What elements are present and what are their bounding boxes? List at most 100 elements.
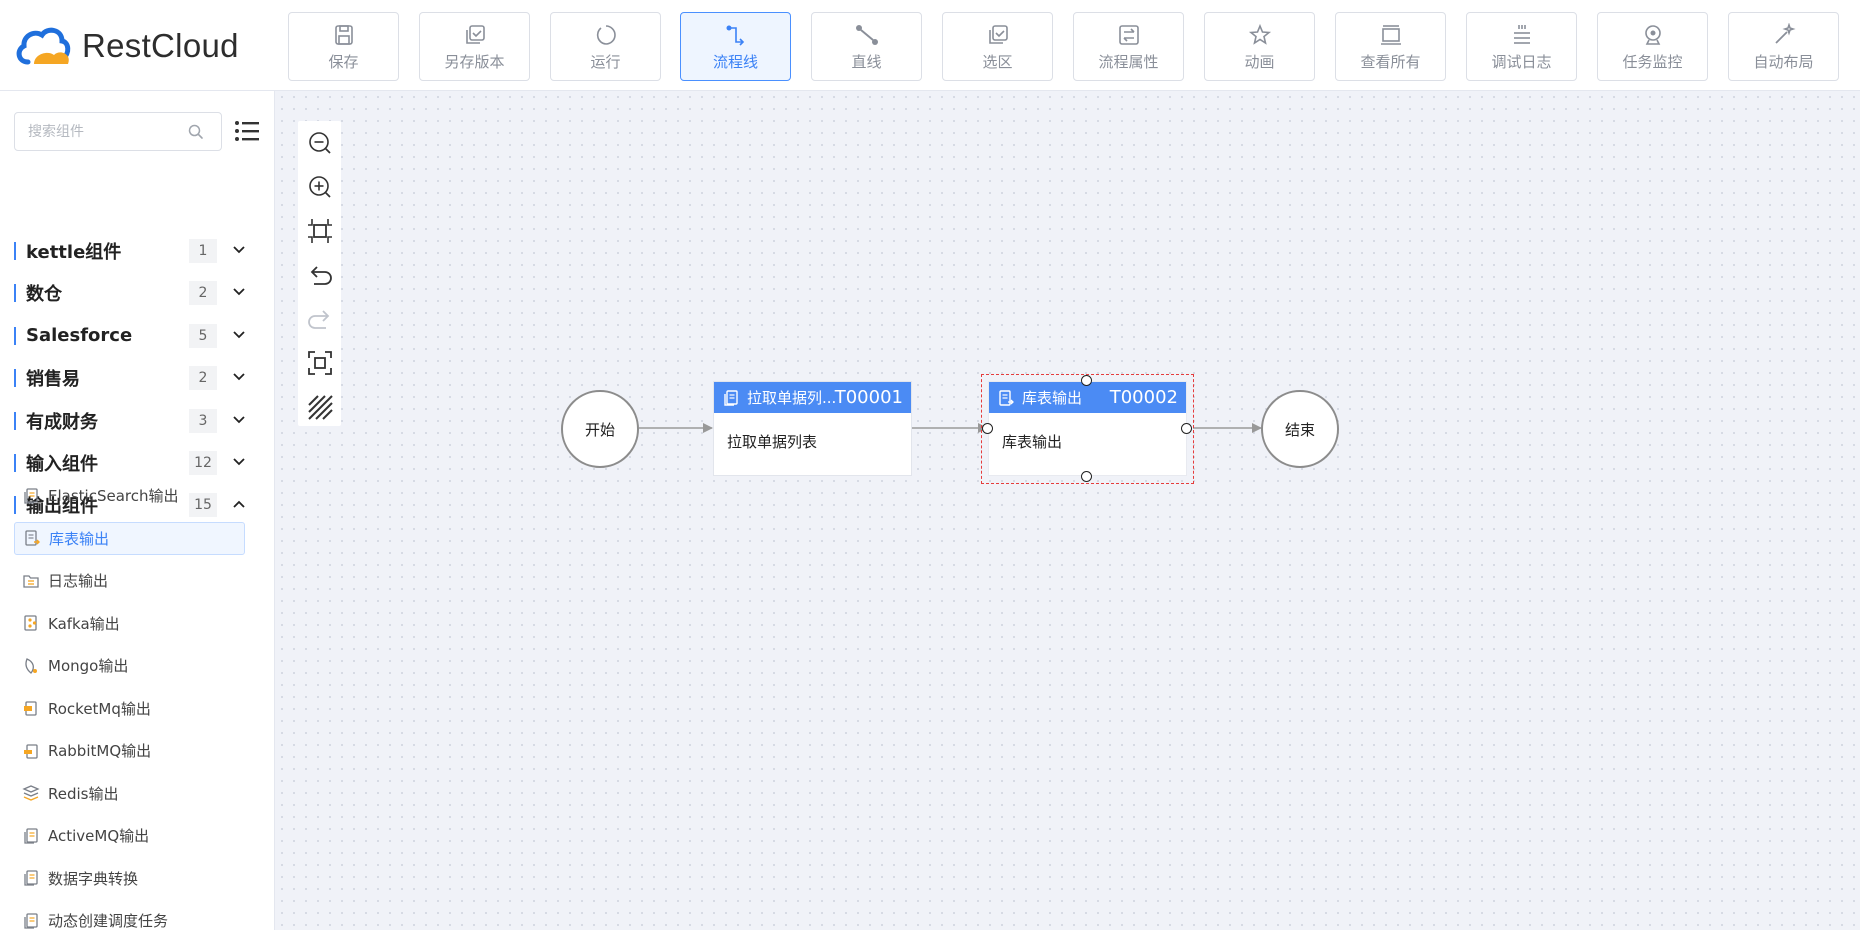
component-item[interactable]: ElasticSearch输出 bbox=[14, 479, 245, 512]
category-name: 数仓 bbox=[26, 284, 62, 306]
select-area-button[interactable]: 选区 bbox=[942, 12, 1053, 81]
component-item[interactable]: RocketMq输出 bbox=[14, 692, 245, 725]
task-node-t00002[interactable]: 库表输出 T00002 库表输出 bbox=[988, 381, 1187, 476]
select-area-icon bbox=[985, 22, 1011, 48]
run-icon bbox=[593, 22, 619, 48]
flow-props-label: 流程属性 bbox=[1098, 52, 1159, 71]
save-button[interactable]: 保存 bbox=[288, 12, 399, 81]
save-version-button[interactable]: 另存版本 bbox=[419, 12, 530, 81]
flow-props-button[interactable]: 流程属性 bbox=[1073, 12, 1184, 81]
category-3[interactable]: 销售易 2 bbox=[0, 357, 274, 399]
connection-handle-left[interactable] bbox=[982, 423, 993, 434]
flow-canvas[interactable] bbox=[276, 91, 1860, 930]
category-1[interactable]: 数仓 2 bbox=[0, 272, 274, 314]
zoom-out-icon[interactable] bbox=[306, 129, 334, 157]
end-node[interactable]: 结束 bbox=[1261, 390, 1339, 468]
chevron-down-icon[interactable] bbox=[232, 328, 246, 342]
component-item[interactable]: 日志输出 bbox=[14, 564, 245, 597]
flow-line-icon bbox=[723, 22, 749, 48]
component-item-label: ElasticSearch输出 bbox=[48, 487, 179, 505]
auto-layout-button[interactable]: 自动布局 bbox=[1728, 12, 1839, 81]
table-output-icon bbox=[999, 389, 1014, 406]
animation-label: 动画 bbox=[1244, 52, 1275, 71]
component-item[interactable]: 动态创建调度任务 bbox=[14, 904, 245, 930]
connection-handle-bottom[interactable] bbox=[1081, 471, 1092, 482]
category-marker bbox=[14, 411, 16, 430]
undo-icon[interactable] bbox=[306, 261, 334, 289]
category-5[interactable]: 输入组件 12 bbox=[0, 442, 274, 484]
top-header: RestCloud 保存 另存版本 运行 流程线 直线 选区 流程属性 动画 查… bbox=[0, 0, 1860, 91]
run-label: 运行 bbox=[590, 52, 621, 71]
document-icon bbox=[22, 869, 40, 887]
select-area-label: 选区 bbox=[982, 52, 1013, 71]
chevron-down-icon[interactable] bbox=[232, 455, 246, 469]
rabbitmq-icon bbox=[22, 742, 40, 760]
task-node-code: T00002 bbox=[1109, 387, 1178, 408]
straight-line-button[interactable]: 直线 bbox=[811, 12, 922, 81]
view-all-icon bbox=[1378, 22, 1404, 48]
component-item[interactable]: 库表输出 bbox=[14, 521, 245, 555]
fit-canvas-icon[interactable] bbox=[306, 217, 334, 245]
zoom-in-icon[interactable] bbox=[306, 173, 334, 201]
redis-stack-icon bbox=[22, 784, 40, 802]
category-count: 2 bbox=[189, 281, 217, 306]
connection-handle-top[interactable] bbox=[1081, 375, 1092, 386]
chevron-down-icon[interactable] bbox=[232, 370, 246, 384]
category-name: kettle组件 bbox=[26, 242, 122, 263]
view-all-label: 查看所有 bbox=[1360, 52, 1421, 71]
task-node-header: 拉取单据列... T00001 bbox=[714, 382, 911, 413]
component-item[interactable]: ActiveMQ输出 bbox=[14, 819, 245, 852]
debug-log-button[interactable]: 调试日志 bbox=[1466, 12, 1577, 81]
rocketmq-icon bbox=[22, 699, 40, 717]
component-item[interactable]: Mongo输出 bbox=[14, 649, 245, 682]
save-icon bbox=[331, 22, 357, 48]
task-node-title: 库表输出 bbox=[1022, 389, 1083, 407]
flow-line-label: 流程线 bbox=[712, 52, 758, 71]
cloud-logo-icon bbox=[16, 27, 71, 65]
canvas-controls bbox=[298, 121, 341, 426]
component-sidebar: kettle组件 1 数仓 2 Salesforce 5 销售易 2 有成财务 … bbox=[0, 91, 275, 930]
actual-size-icon[interactable] bbox=[306, 349, 334, 377]
category-2[interactable]: Salesforce 5 bbox=[0, 315, 274, 357]
table-output-icon bbox=[23, 529, 41, 547]
animation-button[interactable]: 动画 bbox=[1204, 12, 1315, 81]
redo-icon[interactable] bbox=[306, 305, 334, 333]
document-icon bbox=[22, 827, 40, 845]
category-name: 有成财务 bbox=[26, 411, 98, 433]
grid-toggle-icon[interactable] bbox=[306, 393, 334, 421]
task-node-t00001[interactable]: 拉取单据列... T00001 拉取单据列表 bbox=[713, 381, 912, 476]
save-label: 保存 bbox=[328, 52, 359, 71]
category-0[interactable]: kettle组件 1 bbox=[0, 230, 274, 272]
save-version-icon bbox=[462, 22, 488, 48]
chevron-down-icon[interactable] bbox=[232, 285, 246, 299]
search-icon[interactable] bbox=[186, 122, 206, 142]
connection-handle-right[interactable] bbox=[1181, 423, 1192, 434]
list-view-icon[interactable] bbox=[234, 119, 260, 143]
start-node[interactable]: 开始 bbox=[561, 390, 639, 468]
flow-line-button[interactable]: 流程线 bbox=[680, 12, 791, 81]
component-item-label: Mongo输出 bbox=[48, 657, 129, 675]
run-button[interactable]: 运行 bbox=[550, 12, 661, 81]
document-icon bbox=[724, 389, 738, 406]
debug-log-icon bbox=[1509, 22, 1535, 48]
component-item[interactable]: RabbitMQ输出 bbox=[14, 734, 245, 767]
log-file-icon bbox=[22, 572, 40, 590]
task-monitor-label: 任务监控 bbox=[1622, 52, 1683, 71]
task-node-body: 库表输出 bbox=[1002, 433, 1063, 451]
task-node-header: 库表输出 T00002 bbox=[989, 382, 1186, 413]
component-item[interactable]: Kafka输出 bbox=[14, 607, 245, 640]
chevron-down-icon[interactable] bbox=[232, 243, 246, 257]
category-count: 3 bbox=[189, 408, 217, 433]
search-input[interactable] bbox=[15, 113, 180, 150]
app-name: RestCloud bbox=[82, 27, 239, 64]
task-monitor-button[interactable]: 任务监控 bbox=[1597, 12, 1708, 81]
chevron-down-icon[interactable] bbox=[232, 413, 246, 427]
category-marker bbox=[14, 284, 16, 303]
search-box bbox=[14, 112, 222, 151]
component-item[interactable]: Redis输出 bbox=[14, 777, 245, 810]
category-4[interactable]: 有成财务 3 bbox=[0, 400, 274, 442]
view-all-button[interactable]: 查看所有 bbox=[1335, 12, 1446, 81]
component-item[interactable]: 数据字典转换 bbox=[14, 862, 245, 895]
component-item-label: 动态创建调度任务 bbox=[48, 912, 169, 930]
task-monitor-icon bbox=[1640, 22, 1666, 48]
